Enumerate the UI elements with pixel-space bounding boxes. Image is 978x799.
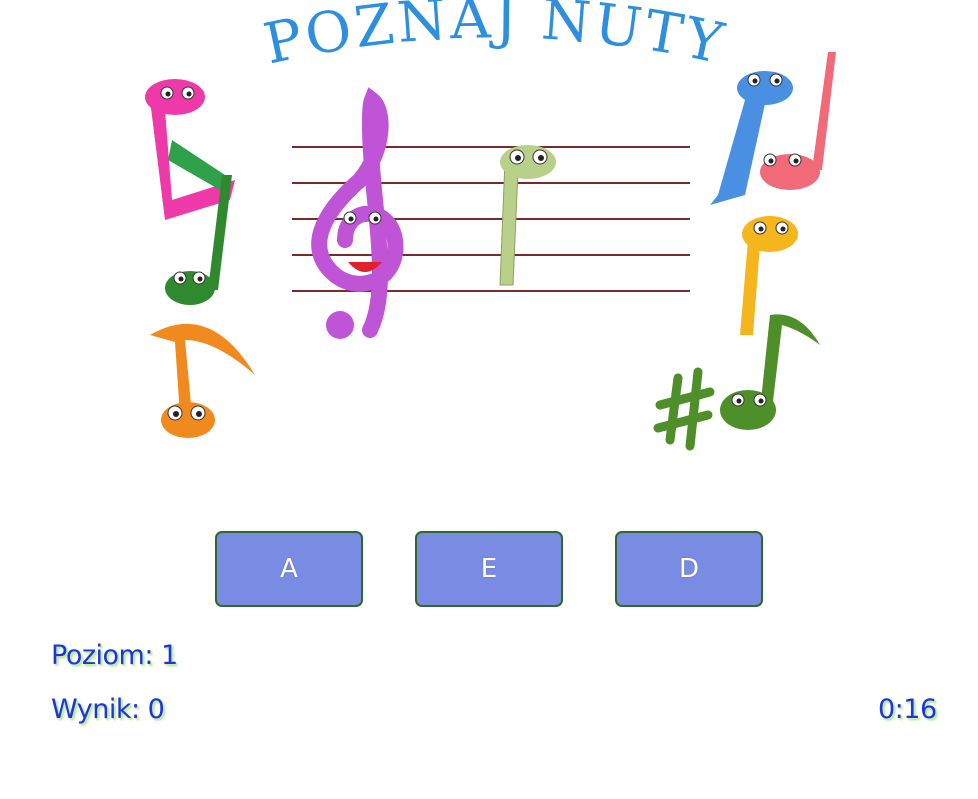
level-indicator: Poziom: 1 xyxy=(51,640,178,671)
answer-options: A E D xyxy=(215,531,767,609)
beamed-notes-icon xyxy=(145,79,235,305)
timer: 0:16 xyxy=(878,694,937,725)
eighth-note-icon xyxy=(150,323,255,438)
music-scene xyxy=(145,52,836,451)
beamed-notes-right-icon xyxy=(710,52,836,205)
green-eighth-note-icon xyxy=(720,314,820,430)
treble-clef-icon xyxy=(311,87,404,339)
sharp-icon xyxy=(653,367,715,451)
answer-button-d[interactable]: D xyxy=(615,531,763,607)
staff-note-icon xyxy=(499,145,556,286)
score-indicator: Wynik: 0 xyxy=(51,694,165,725)
answer-button-e[interactable]: E xyxy=(415,531,563,607)
answer-button-a[interactable]: A xyxy=(215,531,363,607)
